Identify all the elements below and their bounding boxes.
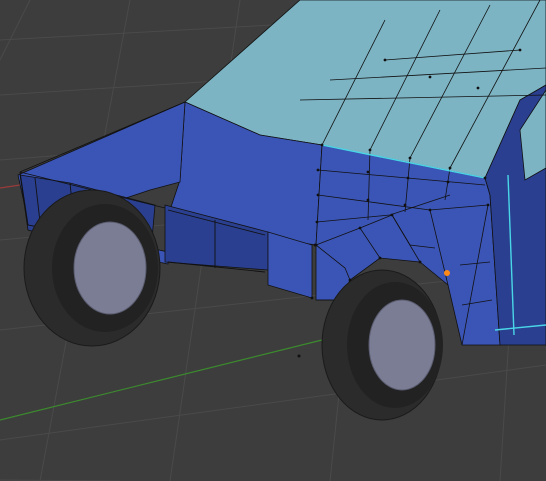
mesh-vertex[interactable] [428,208,432,212]
mesh-vertex[interactable] [368,148,372,152]
mesh-vertex[interactable] [316,193,320,197]
mesh-vertex[interactable] [403,203,407,207]
mesh-vertex[interactable] [315,220,319,224]
rim [368,299,436,391]
mesh-vertex[interactable] [428,75,432,79]
3d-cursor-dot [297,354,301,358]
mesh-vertex[interactable] [366,170,370,174]
rim [73,221,147,315]
wheel-front-left[interactable] [23,189,161,347]
mesh-vertex[interactable] [446,180,450,184]
mesh-vertex[interactable] [313,243,317,247]
mesh-vertex[interactable] [316,168,320,172]
mesh-vertex[interactable] [448,166,452,170]
mesh-vertex[interactable] [408,156,412,160]
grid-line [0,0,31,61]
mesh-vertex[interactable] [320,143,324,147]
wheel-front-right[interactable] [321,269,443,421]
grid-line [0,364,546,441]
mesh-vertex[interactable] [390,213,394,217]
mesh-vertex[interactable] [518,48,522,52]
viewport-canvas[interactable] [0,0,546,481]
mesh-vertex[interactable] [378,256,382,260]
mesh-vertex[interactable] [418,260,422,264]
active-vertex[interactable] [444,270,450,276]
3d-viewport[interactable] [0,0,546,481]
mesh-vertex[interactable] [366,198,370,202]
y-axis-line [0,337,331,421]
mesh-vertex[interactable] [486,203,490,207]
mesh-vertex[interactable] [483,176,487,180]
mesh-vertex[interactable] [310,296,314,300]
mesh-vertex[interactable] [383,58,387,62]
mesh-vertex[interactable] [358,226,362,230]
mesh-vertex[interactable] [406,176,410,180]
mesh-vertex[interactable] [476,86,480,90]
